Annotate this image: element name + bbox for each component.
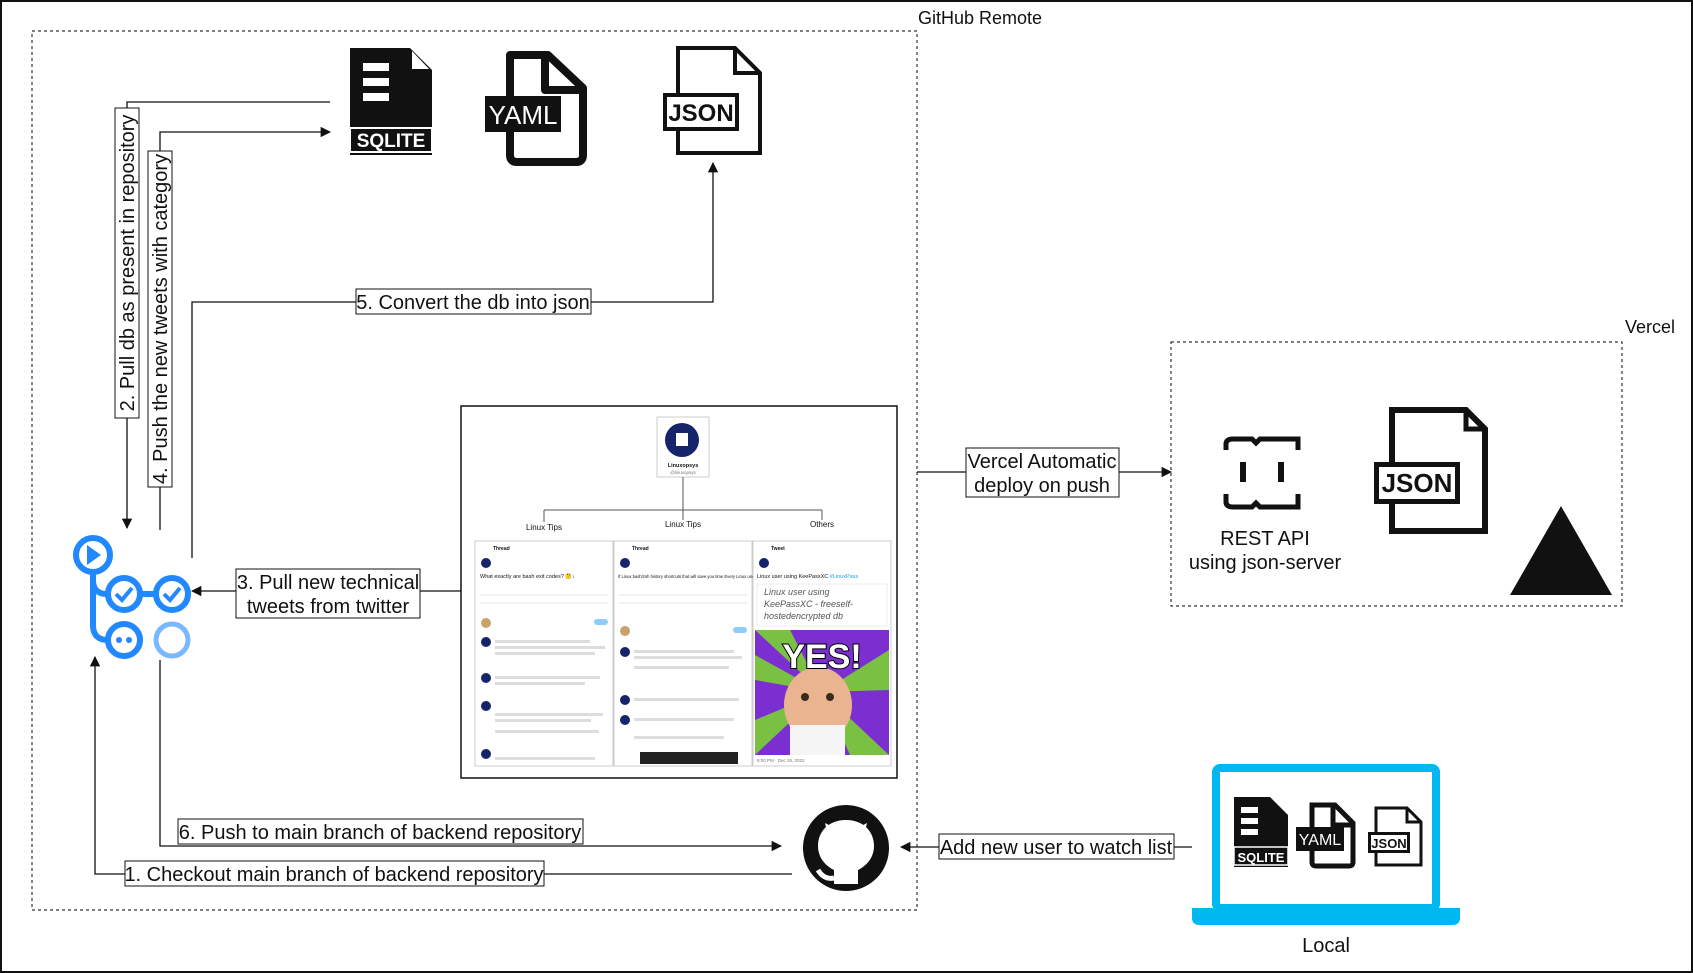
yaml-file-label: YAML <box>489 100 558 130</box>
vercel-json-file-icon: JSON <box>1374 407 1488 534</box>
svg-text:tweets from twitter: tweets from twitter <box>247 596 410 618</box>
github-icon <box>803 805 889 891</box>
tweet-panel-3-text: Linux user using KeePassXC #LinuxPass <box>757 574 858 580</box>
tweet-category-1: Linux Tips <box>526 523 562 532</box>
edge-step-4 <box>159 126 332 530</box>
edge-label-step-6: 6. Push to main branch of backend reposi… <box>177 818 584 845</box>
local-json-icon: JSON <box>1368 806 1423 867</box>
edge-label-step-3: 3. Pull new technical tweets from twitte… <box>235 568 421 619</box>
svg-text:Add new user to watch list: Add new user to watch list <box>940 837 1173 859</box>
svg-text:6. Push to main branch of back: 6. Push to main branch of backend reposi… <box>179 822 581 844</box>
edge-label-step-5: 5. Convert the db into json <box>355 288 592 315</box>
json-server-icon <box>1223 436 1301 510</box>
tweet-handwriting-line-3: hostedencrypted db <box>764 611 843 621</box>
tweet-panel-1-header: Thread <box>493 546 510 552</box>
tweet-category-3: Others <box>810 520 834 529</box>
svg-text:4. Push the new tweets with ca: 4. Push the new tweets with category <box>150 154 172 484</box>
edge-label-step-4: 4. Push the new tweets with category <box>147 150 173 488</box>
edge-label-add-user: Add new user to watch list <box>938 833 1175 860</box>
local-json-label: JSON <box>1371 836 1406 851</box>
json-file-label: JSON <box>668 100 733 127</box>
svg-text:Vercel Automatic: Vercel Automatic <box>968 451 1117 473</box>
tweet-panel-3-footer: 8:00 PM · Dec 26, 2022 <box>757 758 805 763</box>
tweet-account-name: Linuxopsys <box>668 463 699 469</box>
tweet-panel-3-header: Tweet <box>771 546 785 552</box>
tweet-meme-image: YES! <box>755 630 889 755</box>
architecture-diagram: GitHub Remote SQLITE YAML JSON Linuxopsy… <box>0 0 1693 973</box>
tweet-panel-1-text: What exactly are bash exit codes? 🤔↓ <box>480 573 575 580</box>
sqlite-file-icon: SQLITE <box>349 48 433 155</box>
tweet-category-2: Linux Tips <box>665 520 701 529</box>
tweet-panel-1: Thread What exactly are bash exit codes?… <box>474 540 614 767</box>
json-file-icon: JSON <box>663 46 762 155</box>
tweet-meme-text: YES! <box>782 638 861 676</box>
local-yaml-label: YAML <box>1299 832 1341 849</box>
vercel-triangle-icon <box>1510 506 1612 595</box>
tweet-tree-screenshot: Linuxopsys @linuxopsys Linux Tips Linux … <box>460 405 898 779</box>
tweet-panel-3-hashtag: #LinuxPass <box>830 574 859 580</box>
local-sqlite-label: SQLITE <box>1238 850 1285 865</box>
tweet-account-card: Linuxopsys @linuxopsys <box>656 416 710 478</box>
github-actions-icon <box>73 535 191 659</box>
svg-text:deploy on push: deploy on push <box>974 475 1110 497</box>
tweet-account-handle: @linuxopsys <box>670 470 696 475</box>
local-sqlite-icon: SQLITE <box>1233 797 1289 867</box>
svg-text:5. Convert the db into json: 5. Convert the db into json <box>356 292 589 314</box>
svg-text:3. Pull new technical: 3. Pull new technical <box>237 572 419 594</box>
tweet-handwriting-line-1: Linux user using <box>764 587 830 597</box>
svg-text:2. Pull db as present in repos: 2. Pull db as present in repository <box>117 115 139 412</box>
tweet-panel-3: Tweet Linux user using KeePassXC #LinuxP… <box>752 540 892 767</box>
github-remote-label: GitHub Remote <box>918 8 1042 28</box>
sqlite-file-label: SQLITE <box>357 131 426 152</box>
vercel-json-file-label: JSON <box>1382 468 1453 498</box>
yaml-file-icon: YAML <box>485 51 587 166</box>
svg-text:1. Checkout main branch of bac: 1. Checkout main branch of backend repos… <box>124 864 543 886</box>
vercel-label: Vercel <box>1625 317 1675 337</box>
json-server-label: using json-server <box>1189 552 1342 574</box>
tweet-handwriting-line-2: KeePassXC - freeself- <box>764 599 853 609</box>
rest-api-label: REST API <box>1220 528 1310 550</box>
tweet-panel-2-header: Thread <box>632 546 649 552</box>
edge-label-step-1: 1. Checkout main branch of backend repos… <box>124 860 545 887</box>
local-label: Local <box>1302 935 1350 957</box>
edge-label-vercel-deploy: Vercel Automatic deploy on push <box>965 447 1120 498</box>
edge-label-step-2: 2. Pull db as present in repository <box>114 107 140 419</box>
